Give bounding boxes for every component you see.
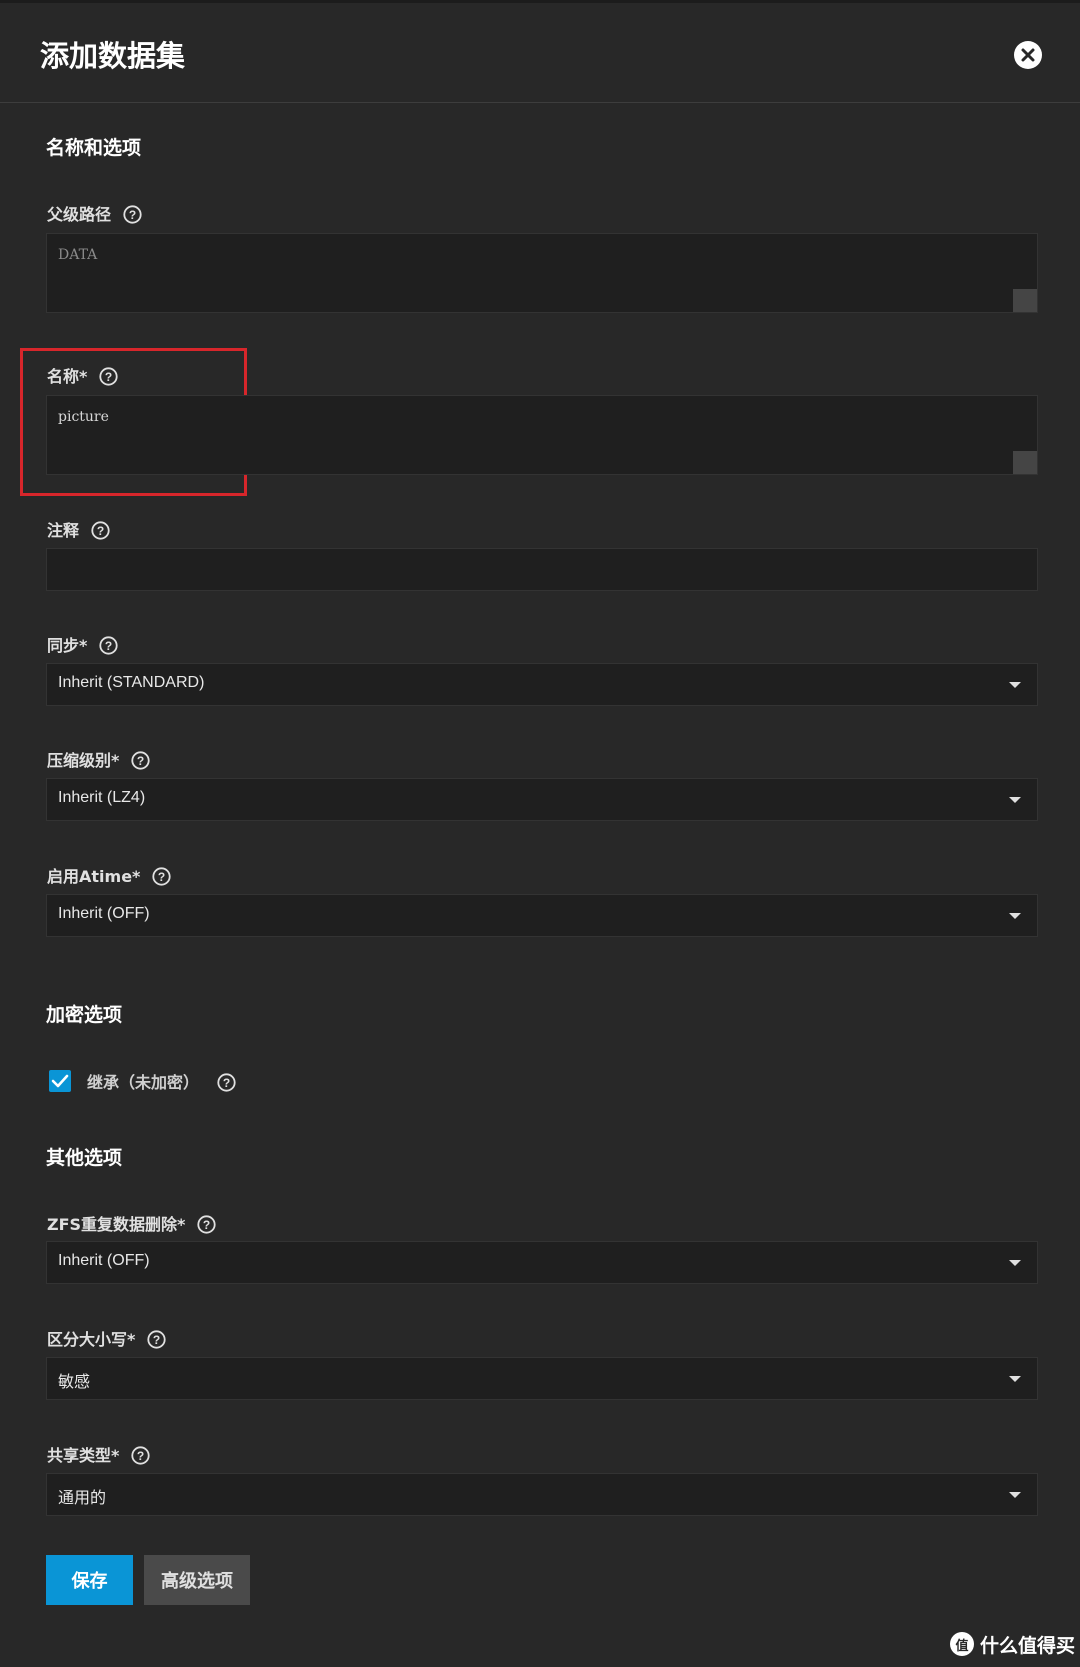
name-value: picture	[58, 409, 109, 425]
section-title-encryption: 加密选项	[46, 1004, 123, 1026]
dedup-label: ZFS重复数据删除* ?	[47, 1212, 217, 1234]
compression-label: 压缩级别* ?	[47, 748, 150, 770]
chevron-down-icon	[1009, 1376, 1021, 1382]
dialog-title: 添加数据集	[40, 39, 186, 73]
atime-label-text: 启用Atime*	[47, 867, 141, 886]
svg-text:?: ?	[105, 639, 112, 653]
help-icon[interactable]: ?	[147, 1329, 166, 1349]
compression-value: Inherit (LZ4)	[58, 789, 146, 806]
name-label-text: 名称*	[47, 367, 88, 386]
parent-path-field: DATA	[46, 233, 1038, 313]
help-icon[interactable]: ?	[99, 635, 118, 655]
watermark-logo: 值	[950, 1632, 974, 1656]
chevron-down-icon	[1009, 1260, 1021, 1266]
chevron-down-icon	[1009, 797, 1021, 803]
name-field[interactable]: picture	[46, 395, 1038, 475]
compression-label-text: 压缩级别*	[47, 751, 120, 770]
svg-text:?: ?	[203, 1218, 210, 1232]
save-button[interactable]: 保存	[46, 1555, 133, 1605]
comments-field[interactable]	[46, 548, 1038, 591]
section-title-name-options: 名称和选项	[46, 137, 142, 159]
svg-text:?: ?	[105, 370, 112, 384]
compression-select[interactable]: Inherit (LZ4)	[46, 778, 1038, 821]
help-icon[interactable]: ?	[217, 1072, 236, 1092]
parent-path-label-text: 父级路径	[47, 205, 112, 224]
resize-handle[interactable]	[1013, 451, 1037, 474]
sync-label-text: 同步*	[47, 636, 88, 655]
case-sensitivity-select[interactable]: 敏感	[46, 1357, 1038, 1400]
atime-select[interactable]: Inherit (OFF)	[46, 894, 1038, 937]
chevron-down-icon	[1009, 913, 1021, 919]
share-type-value: 通用的	[58, 1490, 107, 1507]
chevron-down-icon	[1009, 682, 1021, 688]
svg-text:?: ?	[223, 1076, 230, 1090]
dedup-value: Inherit (OFF)	[58, 1252, 150, 1269]
share-type-select[interactable]: 通用的	[46, 1473, 1038, 1516]
section-title-other: 其他选项	[46, 1147, 123, 1169]
help-icon[interactable]: ?	[91, 520, 110, 540]
name-label: 名称* ?	[47, 364, 118, 386]
case-sensitivity-value: 敏感	[58, 1374, 91, 1391]
svg-text:?: ?	[137, 754, 144, 768]
resize-handle[interactable]	[1013, 289, 1037, 312]
sync-label: 同步* ?	[47, 633, 118, 655]
parent-path-label: 父级路径 ?	[47, 202, 142, 224]
share-type-label: 共享类型* ?	[47, 1443, 150, 1465]
help-icon[interactable]: ?	[123, 204, 142, 224]
help-icon[interactable]: ?	[131, 750, 150, 770]
advanced-options-button[interactable]: 高级选项	[144, 1555, 250, 1605]
chevron-down-icon	[1009, 1492, 1021, 1498]
inherit-encryption-checkbox[interactable]	[49, 1070, 71, 1092]
svg-text:?: ?	[97, 524, 104, 538]
dialog-header: 添加数据集	[0, 3, 1080, 103]
help-icon[interactable]: ?	[197, 1214, 217, 1234]
svg-text:?: ?	[153, 1333, 160, 1347]
atime-label: 启用Atime* ?	[47, 864, 172, 886]
help-icon[interactable]: ?	[152, 866, 172, 886]
inherit-encryption-row: 继承（未加密） ?	[49, 1069, 236, 1093]
comments-label-text: 注释	[47, 521, 80, 540]
parent-path-value: DATA	[58, 247, 98, 263]
svg-text:?: ?	[158, 870, 165, 884]
svg-text:?: ?	[137, 1449, 144, 1463]
comments-label: 注释 ?	[47, 518, 110, 540]
inherit-encryption-label: 继承（未加密）	[87, 1073, 200, 1092]
atime-value: Inherit (OFF)	[58, 905, 150, 922]
sync-select[interactable]: Inherit (STANDARD)	[46, 663, 1038, 706]
dedup-label-text: ZFS重复数据删除*	[47, 1215, 186, 1234]
dedup-select[interactable]: Inherit (OFF)	[46, 1241, 1038, 1284]
help-icon[interactable]: ?	[99, 366, 118, 386]
close-icon[interactable]	[1014, 41, 1042, 69]
sync-value: Inherit (STANDARD)	[58, 674, 205, 691]
share-type-label-text: 共享类型*	[47, 1446, 120, 1465]
case-sensitivity-label-text: 区分大小写*	[47, 1330, 136, 1349]
case-sensitivity-label: 区分大小写* ?	[47, 1327, 166, 1349]
watermark-text: 什么值得买	[980, 1634, 1076, 1657]
help-icon[interactable]: ?	[131, 1445, 150, 1465]
svg-text:?: ?	[129, 208, 136, 222]
watermark: 值 什么值得买	[950, 1630, 1075, 1658]
